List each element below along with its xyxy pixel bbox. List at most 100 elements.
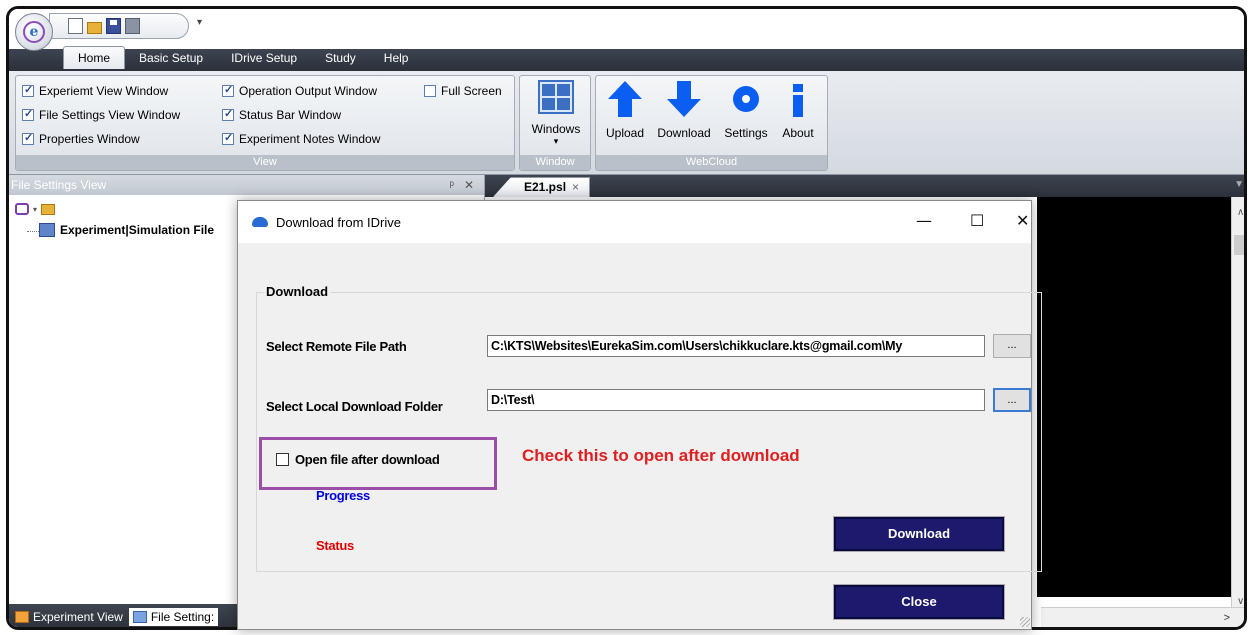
webcloud-group: Upload Download Settings About WebCloud [595,75,828,171]
close-tab-icon[interactable]: × [572,180,579,194]
annotation-text: Check this to open after download [522,446,800,465]
about-button[interactable]: About [776,80,820,140]
new-file-icon[interactable] [68,18,83,34]
tree-toolbar: ▾ [15,203,56,215]
info-icon [781,80,815,118]
windows-button[interactable]: Windows ▾ [526,80,586,147]
doc-tab-label: E21.psl [524,180,567,194]
open-folder-icon[interactable] [87,21,102,34]
download-arrow-icon [667,80,701,118]
option-full-screen[interactable]: Full Screen [424,84,502,98]
tree-item-experiment-file[interactable]: Experiment|Simulation File [39,223,214,237]
close-dialog-button[interactable]: Close [833,584,1005,620]
view-group: Experiemt View Window Operation Output W… [15,75,515,171]
gear-icon [729,80,763,118]
option-label: Properties Window [39,132,140,146]
status-label: Status [316,538,354,553]
progress-label: Progress [316,488,370,503]
group-label-view: View [16,155,514,170]
option-label: File Settings View Window [39,108,181,122]
save-all-icon[interactable] [125,18,140,34]
simulation-file-icon [39,223,55,237]
vertical-scrollbar[interactable]: ∧ ∨ [1231,197,1244,607]
group-label-webcloud: WebCloud [596,155,827,170]
download-ribbon-button[interactable]: Download [651,80,717,140]
browse-remote-button[interactable]: ... [993,334,1031,358]
tab-help[interactable]: Help [370,47,423,69]
groupbox-label: Download [264,284,331,299]
checkbox[interactable] [22,131,34,145]
maximize-button[interactable]: ☐ [970,211,984,230]
local-folder-label: Select Local Download Folder [266,399,443,414]
title-bar: e ▾ [9,9,1244,51]
tab-experiment-view[interactable]: Experiment View [15,610,123,624]
tab-home[interactable]: Home [63,46,126,69]
minimize-button[interactable]: — [916,211,932,230]
option-label: Full Screen [441,84,502,98]
horizontal-scrollbar[interactable]: > [1041,607,1244,627]
experiment-icon [15,611,29,623]
option-label: Experiemt View Window [39,84,169,98]
tab-e21-psl[interactable]: E21.psl × [493,177,591,197]
checkbox[interactable] [276,453,289,466]
local-folder-input[interactable]: D:\Test\ [487,389,985,411]
app-logo-icon: e [23,21,45,43]
scroll-up-icon[interactable]: ∧ [1237,207,1244,218]
tab-study[interactable]: Study [311,47,370,69]
settings-label: Settings [724,126,768,140]
remote-path-input[interactable]: C:\KTS\Websites\EurekaSim.com\Users\chik… [487,335,985,357]
ribbon: Experiemt View Window Operation Output W… [9,71,1244,175]
checkbox[interactable] [22,83,34,97]
option-experiment-view[interactable]: Experiemt View Window [22,83,169,98]
pin-icon[interactable]: ᵖ [449,175,454,195]
save-icon[interactable] [106,18,121,34]
bottom-tab-strip: Experiment View File Setting: [9,604,249,627]
option-label: Operation Output Window [239,84,378,98]
tab-label: Experiment View [33,610,123,624]
open-after-download-checkbox[interactable]: Open file after download [276,452,440,467]
option-status-bar[interactable]: Status Bar Window [222,107,341,122]
qat-dropdown-icon[interactable]: ▾ [197,17,202,28]
tab-list-dropdown-icon[interactable]: ▼ [1234,179,1244,190]
tab-idrive-setup[interactable]: IDrive Setup [217,47,311,69]
close-icon[interactable]: ✕ [464,175,474,195]
windows-icon [538,80,574,114]
option-operation-output[interactable]: Operation Output Window [222,83,378,98]
panel-title: File Settings View [11,178,107,192]
remote-path-label: Select Remote File Path [266,339,407,354]
cloud-icon [252,217,268,227]
scroll-right-icon[interactable]: > [1224,612,1230,624]
checkbox[interactable] [222,107,234,121]
app-menu-button[interactable]: e [15,13,53,51]
scroll-down-icon[interactable]: ∨ [1237,596,1244,607]
settings-button[interactable]: Settings [720,80,772,140]
dialog-title-bar: Download from IDrive — ☐ ✕ [238,201,1031,243]
quick-access-toolbar [49,13,189,39]
ribbon-tabs: Home Basic Setup IDrive Setup Study Help [63,46,423,69]
chevron-down-icon[interactable]: ▾ [33,205,37,214]
tab-basic-setup[interactable]: Basic Setup [125,47,217,69]
scroll-thumb[interactable] [1234,235,1244,255]
option-properties-window[interactable]: Properties Window [22,131,140,146]
windows-label: Windows [531,122,581,136]
panel-header: File Settings View ᵖ ✕ [9,175,484,195]
checkbox[interactable] [222,83,234,97]
tab-file-settings[interactable]: File Setting: [128,608,219,626]
checkbox-label: Open file after download [295,452,440,467]
download-button[interactable]: Download [833,516,1005,552]
checkbox[interactable] [424,85,436,97]
option-experiment-notes[interactable]: Experiment Notes Window [222,131,380,146]
close-button[interactable]: ✕ [1016,211,1029,230]
download-label: Download [657,126,711,140]
upload-button[interactable]: Upload [600,80,650,140]
group-label-window: Window [520,155,590,170]
option-file-settings-view[interactable]: File Settings View Window [22,107,181,122]
resize-grip[interactable] [1020,617,1030,627]
browse-local-button[interactable]: ... [993,388,1031,412]
expand-dropdown-icon[interactable] [15,203,29,215]
checkbox[interactable] [222,131,234,145]
output-canvas [1037,197,1231,597]
checkbox[interactable] [22,107,34,121]
window-group: Windows ▾ Window [519,75,591,171]
folder-icon[interactable] [41,203,56,215]
